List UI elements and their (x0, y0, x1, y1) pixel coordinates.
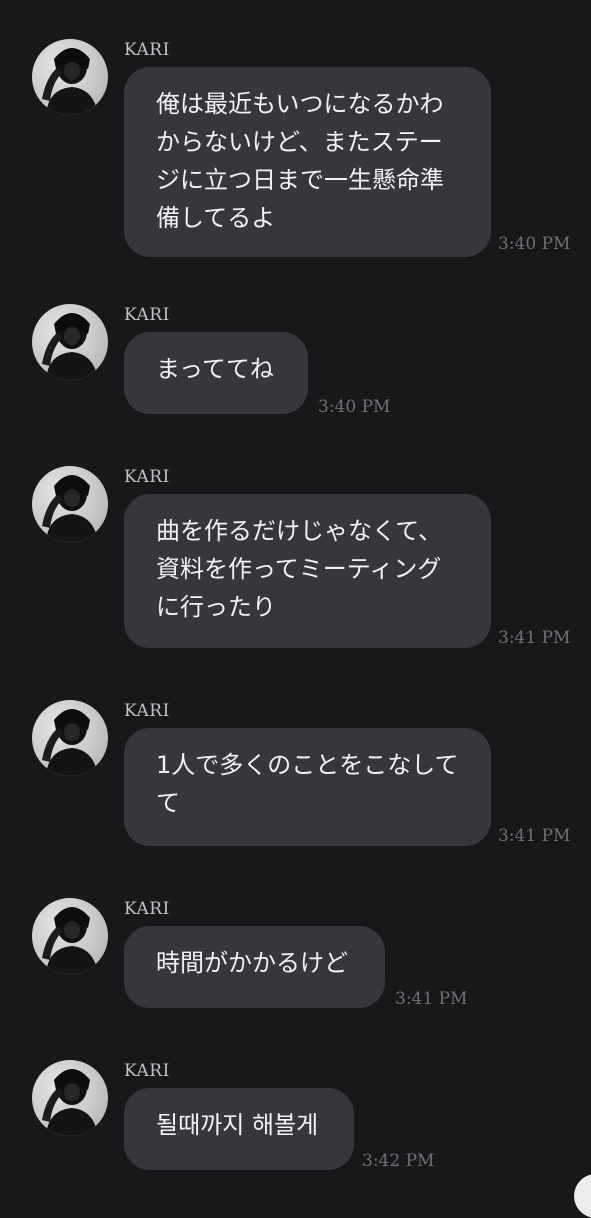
avatar-photo-icon (42, 907, 98, 974)
message-bubble[interactable]: 曲を作るだけじゃなくて、資料を作ってミーティングに行ったり (124, 494, 491, 648)
chat-message: KARI 俺は最近もいつになるかわからないけど、またステージに立つ日まで一生懸命… (0, 39, 591, 269)
avatar[interactable] (32, 898, 108, 974)
chat-message: KARI まっててね 3:40 PM (0, 304, 591, 424)
sender-name: KARI (124, 899, 170, 919)
avatar-photo-icon (42, 313, 98, 380)
scroll-down-button[interactable] (574, 1174, 591, 1218)
chat-message: KARI 曲を作るだけじゃなくて、資料を作ってミーティングに行ったり 3:41 … (0, 466, 591, 666)
message-timestamp: 3:40 PM (318, 397, 391, 417)
chat-message: KARI 時間がかかるけど 3:41 PM (0, 898, 591, 1018)
message-bubble[interactable]: 1人で多くのことをこなしてて (124, 728, 491, 846)
avatar[interactable] (32, 466, 108, 542)
sender-name: KARI (124, 701, 170, 721)
avatar-photo-icon (42, 475, 98, 542)
sender-name: KARI (124, 467, 170, 487)
sender-name: KARI (124, 305, 170, 325)
message-bubble[interactable]: まっててね (124, 332, 308, 414)
sender-name: KARI (124, 1061, 170, 1081)
avatar[interactable] (32, 304, 108, 380)
message-bubble[interactable]: 될때까지 해볼게 (124, 1088, 354, 1170)
message-timestamp: 3:41 PM (498, 826, 571, 846)
message-timestamp: 3:40 PM (498, 234, 571, 254)
sender-name: KARI (124, 40, 170, 60)
avatar-photo-icon (42, 1069, 98, 1136)
avatar[interactable] (32, 39, 108, 115)
message-bubble[interactable]: 時間がかかるけど (124, 926, 385, 1008)
avatar[interactable] (32, 700, 108, 776)
chat-message: KARI 1人で多くのことをこなしてて 3:41 PM (0, 700, 591, 860)
avatar-photo-icon (42, 48, 98, 115)
message-timestamp: 3:41 PM (395, 989, 468, 1009)
chat-message: KARI 될때까지 해볼게 3:42 PM (0, 1060, 591, 1180)
avatar[interactable] (32, 1060, 108, 1136)
message-bubble[interactable]: 俺は最近もいつになるかわからないけど、またステージに立つ日まで一生懸命準備してる… (124, 67, 491, 257)
message-timestamp: 3:42 PM (362, 1151, 435, 1171)
message-timestamp: 3:41 PM (498, 628, 571, 648)
avatar-photo-icon (42, 709, 98, 776)
